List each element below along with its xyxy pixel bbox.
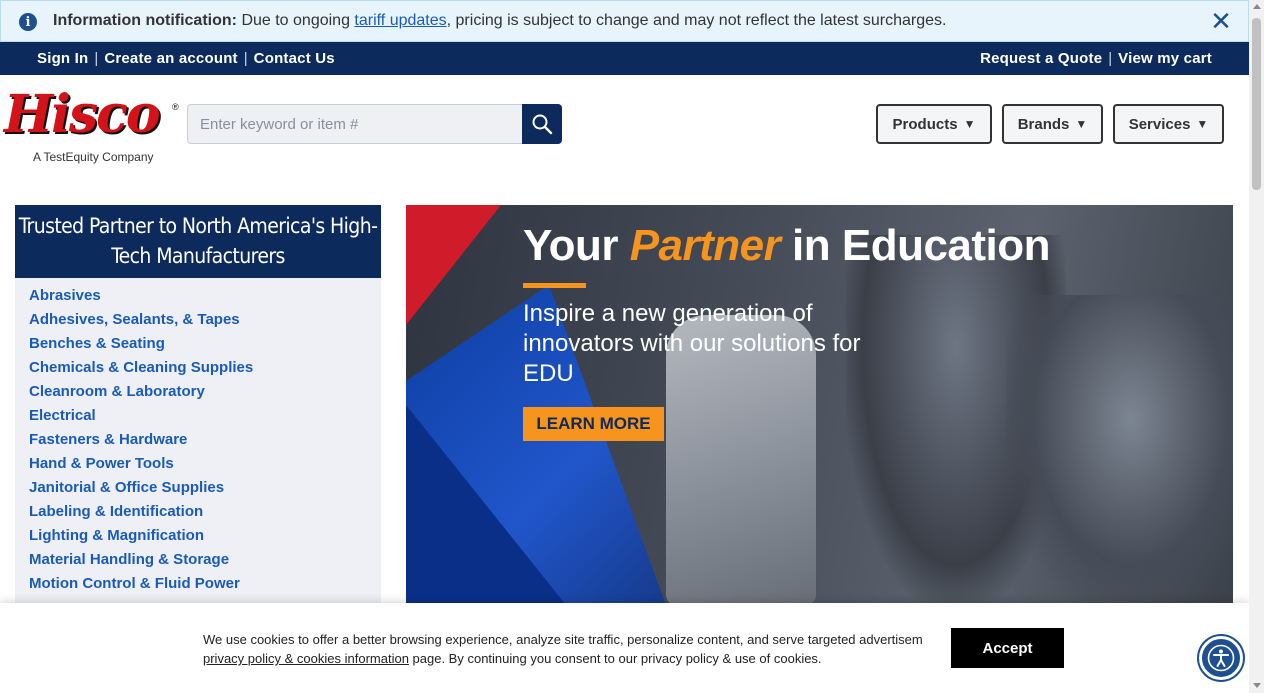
notification-message: Information notification: Due to ongoing… — [53, 12, 946, 30]
close-icon[interactable]: ✕ — [1210, 8, 1232, 34]
privacy-policy-link[interactable]: privacy policy & cookies information — [203, 651, 409, 666]
tariff-updates-link[interactable]: tariff updates — [354, 12, 446, 29]
search-bar — [187, 104, 562, 144]
sidebar-item-cleanroom[interactable]: Cleanroom & Laboratory — [29, 383, 253, 407]
banner-decor-red — [406, 205, 501, 325]
banner-divider — [523, 283, 586, 288]
chevron-down-icon: ▼ — [1196, 117, 1209, 131]
quote-cart-links: Request a Quote | View my cart — [980, 50, 1212, 67]
banner-title: Your Partner in Education — [523, 221, 1051, 271]
products-menu-label: Products — [892, 115, 958, 133]
view-cart-link[interactable]: View my cart — [1118, 50, 1212, 67]
banner-title-part2: in Education — [792, 221, 1051, 270]
category-sidebar: Trusted Partner to North America's High-… — [15, 205, 381, 605]
sidebar-item-electrical[interactable]: Electrical — [29, 407, 253, 431]
notification-text-before: Due to ongoing — [241, 12, 350, 29]
learn-more-button[interactable]: LEARN MORE — [523, 407, 664, 441]
category-list: Abrasives Adhesives, Sealants, & Tapes B… — [29, 287, 253, 599]
brands-menu-label: Brands — [1017, 115, 1070, 133]
sidebar-item-chemicals[interactable]: Chemicals & Cleaning Supplies — [29, 359, 253, 383]
nav-separator: | — [94, 50, 99, 67]
account-links: Sign In | Create an account | Contact Us — [37, 50, 335, 67]
logo-subtitle: A TestEquity Company — [33, 150, 154, 164]
create-account-link[interactable]: Create an account — [104, 50, 237, 67]
sidebar-item-benches[interactable]: Benches & Seating — [29, 335, 253, 359]
accessibility-button[interactable] — [1199, 636, 1243, 680]
chevron-down-icon: ▼ — [1075, 117, 1088, 131]
logo-registered-mark: ® — [172, 102, 179, 112]
scroll-up-arrow-icon[interactable] — [1253, 4, 1261, 9]
sidebar-item-fasteners[interactable]: Fasteners & Hardware — [29, 431, 253, 455]
sidebar-item-janitorial[interactable]: Janitorial & Office Supplies — [29, 479, 253, 503]
education-banner[interactable]: Your Partner in Education Inspire a new … — [406, 205, 1233, 605]
banner-photo-student — [1006, 295, 1233, 605]
cookie-text-before: We use cookies to offer a better browsin… — [203, 632, 923, 647]
sidebar-item-abrasives[interactable]: Abrasives — [29, 287, 253, 311]
hisco-logo[interactable]: Hisco ® A TestEquity Company — [4, 84, 182, 168]
scroll-down-arrow-icon[interactable] — [1253, 683, 1261, 688]
notification-text-after: , pricing is subject to change and may n… — [446, 12, 947, 29]
sidebar-item-labeling[interactable]: Labeling & Identification — [29, 503, 253, 527]
sidebar-item-material-handling[interactable]: Material Handling & Storage — [29, 551, 253, 575]
products-menu-button[interactable]: Products ▼ — [876, 104, 992, 144]
information-notification: i Information notification: Due to ongoi… — [0, 0, 1249, 42]
accessibility-icon — [1207, 644, 1235, 672]
cookie-text-after: page. By continuing you consent to our p… — [408, 651, 822, 666]
contact-us-link[interactable]: Contact Us — [254, 50, 335, 67]
info-icon: i — [19, 13, 37, 31]
sidebar-item-lighting[interactable]: Lighting & Magnification — [29, 527, 253, 551]
top-nav: Sign In | Create an account | Contact Us… — [0, 42, 1249, 75]
chevron-down-icon: ▼ — [963, 117, 976, 131]
sign-in-link[interactable]: Sign In — [37, 50, 88, 67]
search-button[interactable] — [522, 104, 562, 144]
services-menu-button[interactable]: Services ▼ — [1113, 104, 1224, 144]
sidebar-item-motion-control[interactable]: Motion Control & Fluid Power — [29, 575, 253, 599]
logo-wordmark: Hisco — [4, 84, 161, 145]
brands-menu-button[interactable]: Brands ▼ — [1002, 104, 1103, 144]
nav-separator: | — [243, 50, 248, 67]
banner-title-part1: Your — [523, 221, 618, 270]
search-input[interactable] — [187, 104, 523, 144]
scrollbar-thumb[interactable] — [1252, 18, 1261, 190]
cookie-consent-bar: We use cookies to offer a better browsin… — [0, 603, 1249, 693]
notification-label: Information notification: — [53, 12, 237, 29]
accept-cookies-button[interactable]: Accept — [951, 628, 1064, 668]
sidebar-item-adhesives[interactable]: Adhesives, Sealants, & Tapes — [29, 311, 253, 335]
services-menu-label: Services — [1128, 115, 1191, 133]
sidebar-item-hand-power-tools[interactable]: Hand & Power Tools — [29, 455, 253, 479]
nav-separator: | — [1108, 50, 1113, 67]
request-quote-link[interactable]: Request a Quote — [980, 50, 1102, 67]
page-scrollbar[interactable] — [1249, 0, 1264, 693]
sidebar-heading: Trusted Partner to North America's High-… — [15, 205, 381, 278]
banner-tagline: Inspire a new generation of innovators w… — [523, 300, 861, 387]
banner-title-accent: Partner — [629, 221, 781, 270]
search-icon — [532, 114, 553, 135]
